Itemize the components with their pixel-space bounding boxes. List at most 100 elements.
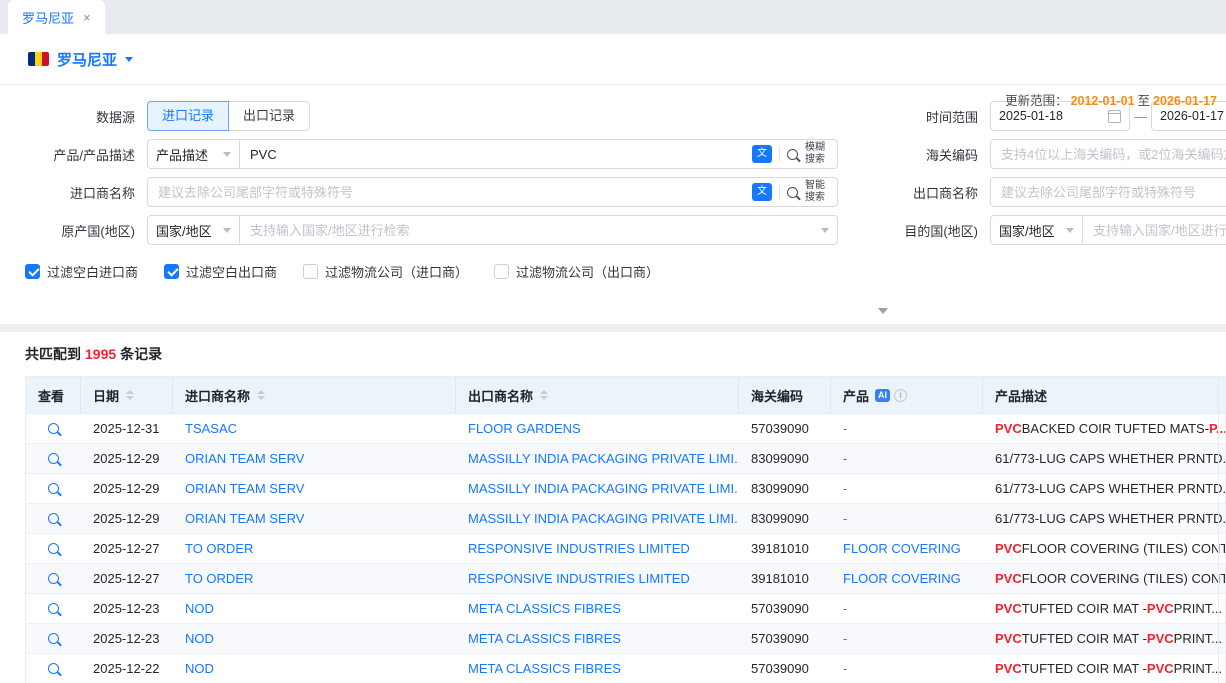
importer-cell: ORIAN TEAM SERV <box>173 474 456 503</box>
destination-input[interactable] <box>1083 223 1226 238</box>
exporter-link[interactable]: META CLASSICS FIBRES <box>468 601 621 616</box>
exporter-link[interactable]: MASSILLY INDIA PACKAGING PRIVATE LIMI... <box>468 511 739 526</box>
sort-desc-icon[interactable] <box>540 396 548 400</box>
importer-link[interactable]: ORIAN TEAM SERV <box>185 481 304 496</box>
destination-label: 目的国(地区) <box>838 221 978 240</box>
translate-icon[interactable]: 文 <box>752 183 772 201</box>
product-input[interactable] <box>240 140 744 168</box>
country-name[interactable]: 罗马尼亚 <box>57 49 117 70</box>
importer-link[interactable]: NOD <box>185 631 214 646</box>
view-detail-icon[interactable] <box>48 633 59 644</box>
importer-link[interactable]: NOD <box>185 661 214 676</box>
tab-bar: 罗马尼亚 × <box>0 0 1226 34</box>
exporter-link[interactable]: RESPONSIVE INDUSTRIES LIMITED <box>468 541 690 556</box>
col-header-date[interactable]: 日期 <box>81 377 173 413</box>
destination-type-select[interactable]: 国家/地区 <box>991 216 1083 244</box>
exporter-label: 出口商名称 <box>838 183 978 202</box>
importer-link[interactable]: TO ORDER <box>185 541 253 556</box>
checkbox-icon[interactable] <box>164 264 179 279</box>
view-detail-icon[interactable] <box>48 573 59 584</box>
sort-desc-icon[interactable] <box>257 396 265 400</box>
view-detail-icon[interactable] <box>48 453 59 464</box>
checkbox-icon[interactable] <box>25 264 40 279</box>
origin-type-select[interactable]: 国家/地区 <box>148 216 240 244</box>
fuzzy-search-icon[interactable] <box>787 149 798 160</box>
hs-code-cell: 57039090 <box>739 654 831 683</box>
exporter-link[interactable]: MASSILLY INDIA PACKAGING PRIVATE LIMI... <box>468 481 739 496</box>
col-header-label: 进口商名称 <box>185 386 250 405</box>
data-source-option-2[interactable]: 出口记录 <box>228 101 310 131</box>
product-link[interactable]: FLOOR COVERING <box>843 571 961 586</box>
exporter-link[interactable]: RESPONSIVE INDUSTRIES LIMITED <box>468 571 690 586</box>
checkbox-icon[interactable] <box>494 264 509 279</box>
exporter-link[interactable]: META CLASSICS FIBRES <box>468 661 621 676</box>
update-range-to: 至 <box>1138 94 1151 108</box>
sort-asc-icon[interactable] <box>257 390 265 394</box>
tab-close-icon[interactable]: × <box>83 11 91 24</box>
importer-link[interactable]: ORIAN TEAM SERV <box>185 511 304 526</box>
country-chevron-down-icon[interactable] <box>125 57 133 62</box>
importer-link[interactable]: ORIAN TEAM SERV <box>185 451 304 466</box>
col-header-importer[interactable]: 进口商名称 <box>173 377 456 413</box>
view-detail-icon[interactable] <box>48 663 59 674</box>
sort-icons[interactable] <box>126 390 134 400</box>
view-detail-icon[interactable] <box>48 513 59 524</box>
date-cell: 2025-12-23 <box>81 624 173 653</box>
smart-search-label[interactable]: 智能搜索 <box>805 180 829 204</box>
col-header-exporter[interactable]: 出口商名称 <box>456 377 739 413</box>
date-cell: 2025-12-22 <box>81 654 173 683</box>
view-cell <box>26 504 81 533</box>
exporter-link[interactable]: META CLASSICS FIBRES <box>468 631 621 646</box>
update-range: 更新范围：2012-01-01至2026-01-17 <box>1005 90 1220 109</box>
sort-icons[interactable] <box>257 390 265 400</box>
view-cell <box>26 444 81 473</box>
filter-checkbox-1[interactable]: 过滤空白进口商 <box>25 262 138 281</box>
hs-code-input[interactable] <box>990 139 1226 169</box>
smart-search-icon[interactable] <box>787 187 798 198</box>
data-source-option-1[interactable]: 进口记录 <box>147 101 229 131</box>
view-cell <box>26 624 81 653</box>
checkbox-label: 过滤物流公司（进口商） <box>325 262 468 281</box>
origin-label: 原产国(地区) <box>20 221 135 240</box>
view-detail-icon[interactable] <box>48 483 59 494</box>
exporter-link[interactable]: MASSILLY INDIA PACKAGING PRIVATE LIMI... <box>468 451 739 466</box>
data-source-toggle: 进口记录出口记录 <box>147 101 310 131</box>
product-empty: - <box>843 631 847 646</box>
view-detail-icon[interactable] <box>48 543 59 554</box>
product-type-select[interactable]: 产品描述 <box>148 140 240 168</box>
sort-icons[interactable] <box>540 390 548 400</box>
product-link[interactable]: FLOOR COVERING <box>843 541 961 556</box>
origin-input[interactable] <box>240 223 821 238</box>
table-row: 2025-12-29ORIAN TEAM SERVMASSILLY INDIA … <box>26 444 1225 474</box>
date-cell: 2025-12-27 <box>81 534 173 563</box>
form-row-product: 产品/产品描述 产品描述 文 模糊搜索 海关编码 <box>0 139 1226 169</box>
sort-asc-icon[interactable] <box>126 390 134 394</box>
sort-desc-icon[interactable] <box>126 396 134 400</box>
sort-asc-icon[interactable] <box>540 390 548 394</box>
view-detail-icon[interactable] <box>48 423 59 434</box>
exporter-input[interactable] <box>990 177 1226 207</box>
importer-link[interactable]: NOD <box>185 601 214 616</box>
filter-checkbox-4[interactable]: 过滤物流公司（出口商） <box>494 262 659 281</box>
description-part: PVC <box>995 571 1022 586</box>
collapse-panel-button[interactable] <box>868 298 898 321</box>
table-row: 2025-12-27 TO ORDER RESPONSIVE INDUSTRIES … <box>26 534 1225 564</box>
translate-icon[interactable]: 文 <box>752 145 772 163</box>
product-cell: - <box>831 504 983 533</box>
view-detail-icon[interactable] <box>48 603 59 614</box>
importer-input[interactable] <box>148 178 744 206</box>
tab-romania[interactable]: 罗马尼亚 × <box>8 0 105 34</box>
filter-checkbox-3[interactable]: 过滤物流公司（进口商） <box>303 262 468 281</box>
product-empty: - <box>843 661 847 676</box>
fuzzy-search-label[interactable]: 模糊搜索 <box>805 142 829 166</box>
filter-checkbox-2[interactable]: 过滤空白出口商 <box>164 262 277 281</box>
importer-link[interactable]: TO ORDER <box>185 571 253 586</box>
view-cell <box>26 564 81 593</box>
importer-link[interactable]: TSASAC <box>185 421 237 436</box>
info-icon[interactable]: i <box>894 389 907 402</box>
checkbox-icon[interactable] <box>303 264 318 279</box>
addon-divider <box>779 146 780 162</box>
exporter-link[interactable]: FLOOR GARDENS <box>468 421 581 436</box>
hs-code-cell: 57039090 <box>739 624 831 653</box>
description-cell: 61/773-LUG CAPS WHETHER PRNTD... <box>983 474 1225 503</box>
